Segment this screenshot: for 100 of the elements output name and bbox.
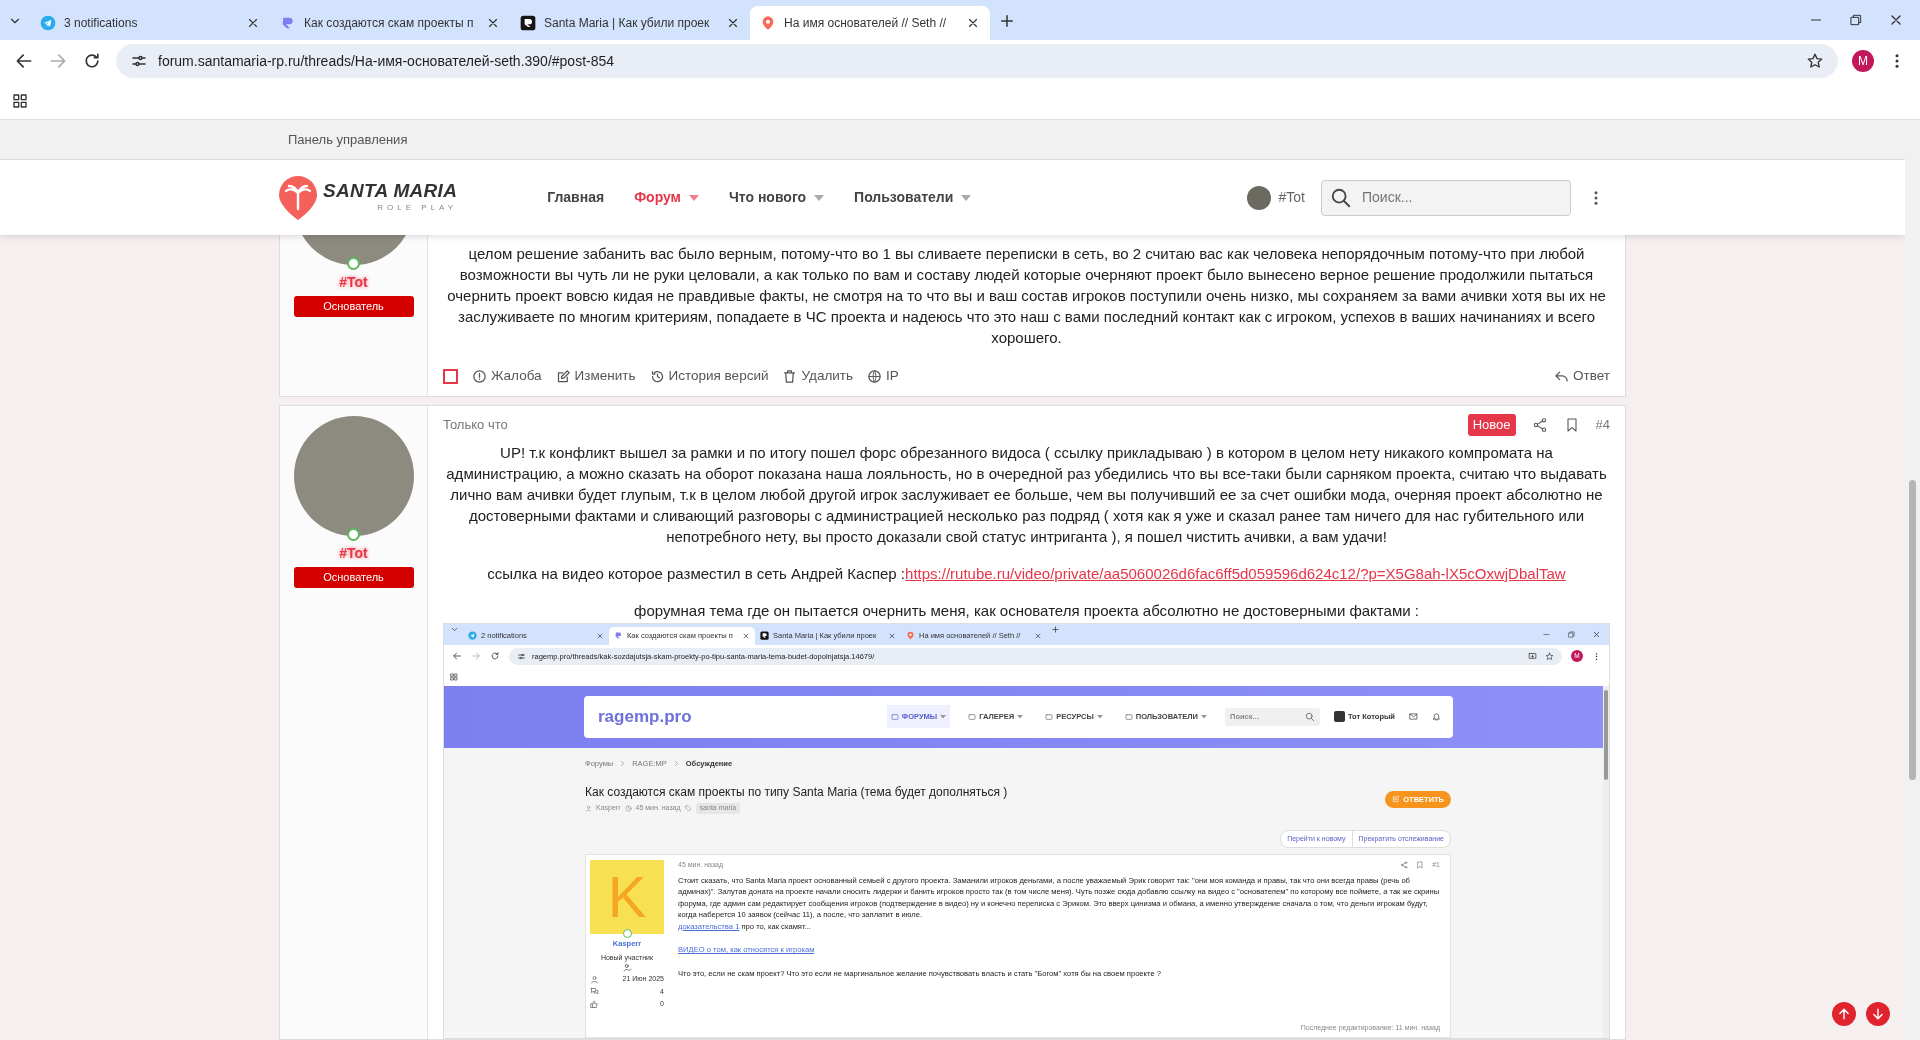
restore-icon[interactable] xyxy=(1848,12,1864,28)
arrow-down-icon xyxy=(1871,1007,1885,1021)
post-text: ссылка на видео которое разместил в сеть Андрей Каспер :https://rutube.ru/video/private/aa5060026d6fac6ff5d059596d624c12/?p=X5G8ah-lX5cOxwjDbalTaw xyxy=(486,563,1567,584)
site-settings-icon[interactable] xyxy=(517,651,526,661)
speech-bubbles-icon xyxy=(590,987,599,997)
nav-link[interactable]: Пользователи xyxy=(854,187,972,208)
logo-subtitle: ROLE PLAY xyxy=(376,202,458,214)
history-icon xyxy=(649,368,665,384)
chevron-right-icon xyxy=(619,759,627,767)
delete-button[interactable]: Удалить xyxy=(782,366,854,387)
report-button[interactable]: Жалоба xyxy=(472,366,542,387)
link[interactable]: https://rutube.ru/video/private/aa5060026d6fac6ff5d059596d624c12/?p=X5G8ah-lX5cOxwjDbalTaw xyxy=(905,564,1566,582)
caret-icon xyxy=(961,194,972,201)
nav-item-icon xyxy=(1045,712,1054,721)
post-text: форумная тема где он пытается очернить меня, как основателя проекта абсолютно не достоверными фактами : xyxy=(633,600,1420,621)
post-text: целом решение забанить вас было верным, потому-что во 1 вы сливаете переписки в сеть, во 2 считаю вас как человека непорядочным потому-что при любой возможности вы чуть ли не руки целовали, а как только по вам и составу людей которые очерняют проект было вынесено верное решение продолжили пытаться очернить проект вовсю кидая не правдивые факты, не смотря на то что вы и ваш состав игроков поступили очень низко, мы сохраняем за вами ачивки хотя вы их не заслуживаете по многим критериям, попадаете в ЧС проекта и надеюсь что это наш с вами последний контакт как с игроком, успехов в ваших начинаниях и всего хорошего. xyxy=(446,244,1607,348)
tag-icon xyxy=(684,805,692,813)
user-avatar xyxy=(1334,711,1345,723)
close-icon[interactable] xyxy=(966,16,980,30)
new-badge: Новое xyxy=(1467,414,1516,436)
pencil-icon xyxy=(1392,795,1401,804)
logo-icon xyxy=(614,631,623,641)
user-avatar[interactable] xyxy=(1246,185,1271,210)
share-icon[interactable] xyxy=(1531,417,1548,433)
reply-button[interactable]: Ответ xyxy=(1554,366,1610,387)
username-link[interactable]: #Tot xyxy=(1278,187,1305,208)
chevron-down-icon[interactable] xyxy=(450,625,459,634)
caret-icon xyxy=(1017,714,1024,719)
share-icon xyxy=(1400,861,1409,870)
user-icon xyxy=(585,805,592,813)
mail-icon xyxy=(1409,712,1418,722)
pencil-icon xyxy=(555,368,571,384)
nav-item-icon xyxy=(968,712,977,721)
bookmark-star-icon[interactable] xyxy=(1545,651,1554,661)
bookmark-icon xyxy=(1416,861,1425,870)
search-icon[interactable] xyxy=(1330,186,1352,209)
browser-tab[interactable]: Santa Maria | Как убили проек xyxy=(510,6,750,40)
trash-icon xyxy=(782,368,798,384)
caret-icon xyxy=(1201,714,1207,719)
caret-icon xyxy=(1096,714,1103,719)
thumbs-up-icon xyxy=(590,999,599,1009)
select-checkbox[interactable] xyxy=(443,368,458,384)
exclamation-icon xyxy=(472,368,487,384)
caret-icon xyxy=(688,194,699,201)
profile-avatar[interactable]: M xyxy=(1852,50,1874,72)
thread-title: Как создаются скам проекты по типу Santa Maria (тема будет дополняться ) xyxy=(585,785,1008,800)
globe-icon xyxy=(867,368,883,384)
post-time[interactable]: Только что xyxy=(443,415,508,435)
logo-icon[interactable] xyxy=(277,174,319,221)
close-icon[interactable] xyxy=(486,16,500,30)
nav-item-icon xyxy=(890,712,899,721)
paper-plane-icon xyxy=(468,631,477,641)
user-role-badge: Основатель xyxy=(293,296,414,317)
browser-tab[interactable]: 3 notifications xyxy=(30,6,270,40)
author-name[interactable]: #Tot xyxy=(339,543,368,565)
bell-icon xyxy=(1432,712,1441,722)
install-app-icon[interactable] xyxy=(1528,651,1537,661)
nav-link[interactable]: Что нового xyxy=(728,187,825,208)
control-panel-link[interactable]: Панель управления xyxy=(288,129,408,150)
nav-link[interactable]: Главная xyxy=(547,187,605,208)
reply-arrow-icon xyxy=(1554,368,1570,384)
restore-icon[interactable] xyxy=(1567,629,1576,639)
close-icon[interactable] xyxy=(246,16,260,30)
post-text: UP! т.к конфликт вышел за рамки и по итогу пошел форс обрезанного видоса ( ссылку прикладываю ) в котором в целом нету никакого компромата на администрацию, а можно сказать на оборот показана наша лояльность, но в очередной раз убедились что вы все-таки были сарняком проекта, считаю что выдавать лично вам ачивки будет глупым, т.к в целом любой другой игрок заслуживает ее больше, чем вы получивший ее за счет ошибки мода, очерняя проект абсолютно не достоверными фактами и сливающий разговоры с администрацией несколько раз подряд ( хотя как я уже и сказал ранее там ничего для нас губительного или непотребного нету, вы просто доказали свой статус интриганта ), я пошел чистить ачивки, а вам удачи! xyxy=(445,442,1608,547)
nav-link[interactable]: Форум xyxy=(634,187,699,208)
pin-icon xyxy=(760,15,776,31)
caret-icon xyxy=(940,714,947,719)
plus-icon[interactable] xyxy=(1051,625,1060,634)
paper-plane-icon xyxy=(40,15,56,31)
logo-title: SANTA MARIA xyxy=(323,181,458,200)
logo-icon xyxy=(280,15,296,31)
user-role-badge: Основатель xyxy=(293,567,414,588)
avatar-letter: K xyxy=(590,860,664,935)
ip-button[interactable]: IP xyxy=(867,366,899,387)
apps-grid-icon[interactable] xyxy=(12,92,28,109)
bookmark-star-icon[interactable] xyxy=(1806,52,1824,70)
close-icon[interactable] xyxy=(726,16,740,30)
scrollbar-thumb[interactable] xyxy=(1909,480,1916,780)
logo-icon xyxy=(520,15,536,31)
reload-icon[interactable] xyxy=(82,51,102,71)
author-name[interactable]: #Tot xyxy=(339,272,368,293)
address-bar[interactable]: forum.santamaria-rp.ru/threads/На-имя-основателей-seth.390/#post-854 xyxy=(158,50,615,72)
nav-item-icon xyxy=(1124,712,1133,721)
browser-tab[interactable]: На имя основателей // Seth // xyxy=(750,6,990,40)
history-button[interactable]: История версий xyxy=(649,366,769,387)
back-arrow-icon[interactable] xyxy=(14,51,34,71)
arrow-up-icon xyxy=(1837,1007,1851,1021)
site-logo: ragemp.pro xyxy=(598,706,692,728)
user-edit-icon xyxy=(622,963,632,973)
chevron-right-icon xyxy=(672,759,680,767)
edit-button[interactable]: Изменить xyxy=(555,366,636,387)
browser-tab[interactable]: Как создаются скам проекты п xyxy=(270,6,510,40)
logo-icon xyxy=(760,631,769,641)
pin-icon xyxy=(906,631,915,641)
caret-icon xyxy=(814,194,825,201)
user-icon xyxy=(590,974,599,984)
search-field[interactable]: Поиск... xyxy=(1321,179,1571,216)
search-input[interactable]: Поиск... xyxy=(1360,186,1562,209)
clock-icon xyxy=(624,805,632,813)
post-number[interactable]: #4 xyxy=(1595,415,1610,435)
